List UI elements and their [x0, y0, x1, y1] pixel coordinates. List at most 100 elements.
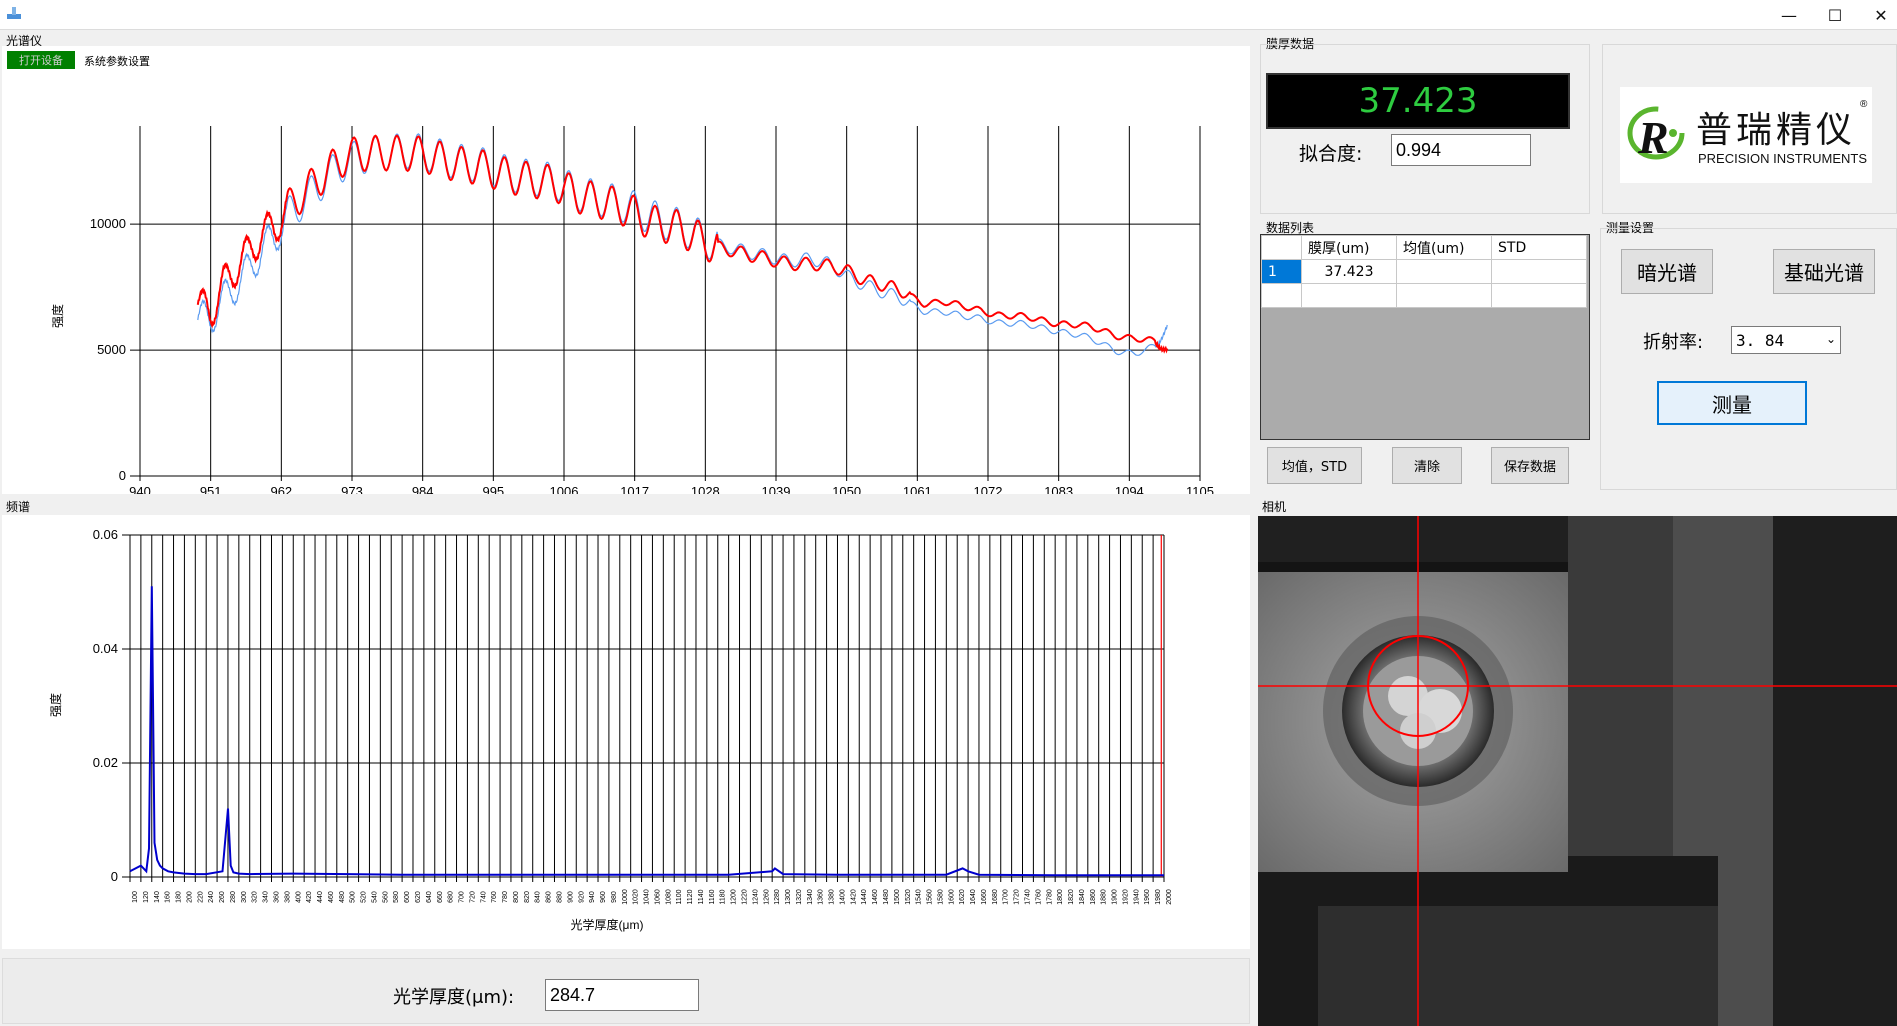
- dark-spectrum-button[interactable]: 暗光谱: [1621, 249, 1713, 294]
- x-tick-label: 920: [578, 891, 585, 903]
- x-tick-label: 1072: [974, 484, 1003, 494]
- maximize-button[interactable]: ☐: [1812, 0, 1858, 30]
- row-index[interactable]: [1261, 283, 1302, 308]
- x-tick-label: 1840: [1079, 889, 1086, 905]
- x-tick-label: 1500: [894, 889, 901, 905]
- x-tick-label: 200: [186, 891, 193, 903]
- clear-button[interactable]: 清除: [1392, 447, 1462, 484]
- x-tick-label: 1000: [622, 889, 629, 905]
- camera-group-label: 相机: [1262, 500, 1287, 514]
- x-tick-label: 1620: [959, 889, 966, 905]
- x-tick-label: 1440: [861, 889, 868, 905]
- x-tick-label: 280: [230, 891, 237, 903]
- row-index[interactable]: 1: [1261, 259, 1302, 284]
- measure-settings-panel: 暗光谱 基础光谱 折射率: 3. 84 ⌄ 测量: [1600, 228, 1897, 490]
- x-tick-label: 1800: [1057, 889, 1064, 905]
- x-tick-label: 1760: [1035, 889, 1042, 905]
- x-tick-label: 940: [129, 484, 151, 494]
- x-tick-label: 1700: [1003, 889, 1010, 905]
- table-cell[interactable]: [1396, 283, 1492, 308]
- chevron-down-icon: ⌄: [1825, 332, 1836, 346]
- x-tick-label: 420: [306, 891, 313, 903]
- title-bar: — ☐ ✕: [0, 0, 1897, 30]
- x-tick-label: 140: [154, 891, 161, 903]
- table-row[interactable]: [1261, 283, 1587, 308]
- optical-thickness-field[interactable]: [545, 979, 699, 1011]
- x-tick-label: 1006: [550, 484, 579, 494]
- measure-button[interactable]: 测量: [1657, 381, 1807, 425]
- x-tick-label: 480: [339, 891, 346, 903]
- save-data-button[interactable]: 保存数据: [1491, 447, 1569, 484]
- frequency-panel: 100 120 140 160 180 200 220 240 260 280 300 320 340 3…: [2, 515, 1250, 949]
- x-tick-label: 600: [404, 891, 411, 903]
- data-table: 膜厚(um) 均值(um) STD 1 37.423: [1261, 235, 1587, 308]
- x-axis-label: 光学厚度(μm): [571, 917, 644, 932]
- x-tick-label: 1520: [905, 889, 912, 905]
- x-tick-label: 1240: [752, 889, 759, 905]
- x-tick-label: 880: [556, 891, 563, 903]
- x-tick-label: 860: [546, 891, 553, 903]
- table-cell[interactable]: [1396, 259, 1492, 284]
- table-cell[interactable]: [1491, 283, 1587, 308]
- optical-thickness-label: 光学厚度(μm):: [393, 987, 515, 1008]
- table-cell[interactable]: [1491, 259, 1587, 284]
- app-icon: [6, 6, 22, 20]
- x-tick-label: 1020: [633, 889, 640, 905]
- fit-value-field[interactable]: [1391, 134, 1531, 166]
- logo-chinese-name: 普瑞精仪: [1696, 110, 1857, 151]
- x-tick-label: 995: [482, 484, 504, 494]
- base-spectrum-button[interactable]: 基础光谱: [1773, 249, 1875, 294]
- x-tick-label: 1740: [1025, 889, 1032, 905]
- x-tick-label: 540: [371, 891, 378, 903]
- x-tick-label: 1300: [785, 889, 792, 905]
- spectrum-chart: 940 951 962 973 984 995 1006 1017 1028 1039 1050 10…: [50, 126, 1214, 494]
- x-tick-label: 1039: [762, 484, 791, 494]
- x-tick-label: 1660: [981, 889, 988, 905]
- x-tick-label: 360: [273, 891, 280, 903]
- x-tick-label: 440: [317, 891, 324, 903]
- x-tick-label: 1260: [763, 889, 770, 905]
- x-tick-label: 560: [382, 891, 389, 903]
- y-tick-label: 0: [111, 869, 118, 884]
- open-device-button[interactable]: 打开设备: [7, 51, 75, 69]
- row-header-corner: [1261, 235, 1302, 260]
- x-tick-label: 520: [361, 891, 368, 903]
- x-tick-label: 1050: [832, 484, 861, 494]
- x-tick-label: 980: [611, 891, 618, 903]
- table-cell[interactable]: 37.423: [1301, 259, 1397, 284]
- x-tick-label: 1220: [742, 889, 749, 905]
- x-tick-label: 220: [197, 891, 204, 903]
- svg-text:R: R: [1637, 112, 1669, 163]
- x-tick-label: 1080: [665, 889, 672, 905]
- x-tick-label: 940: [589, 891, 596, 903]
- x-tick-label: 1040: [644, 889, 651, 905]
- x-tick-label: 680: [448, 891, 455, 903]
- table-header-row: 膜厚(um) 均值(um) STD: [1261, 235, 1587, 260]
- x-tick-label: 984: [412, 484, 434, 494]
- x-tick-label: 1200: [731, 889, 738, 905]
- x-tick-label: 1380: [829, 889, 836, 905]
- film-data-panel: 37.423 拟合度:: [1260, 44, 1590, 214]
- minimize-button[interactable]: —: [1766, 0, 1812, 30]
- x-tick-label: 660: [437, 891, 444, 903]
- close-button[interactable]: ✕: [1858, 0, 1897, 30]
- x-tick-label: 1105: [1186, 484, 1214, 494]
- x-tick-label: 500: [350, 891, 357, 903]
- x-tick-label: 1640: [970, 889, 977, 905]
- data-list-grid: 膜厚(um) 均值(um) STD 1 37.423: [1260, 234, 1590, 440]
- x-tick-label: 962: [270, 484, 292, 494]
- system-params-menu[interactable]: 系统参数设置: [84, 53, 150, 69]
- x-tick-label: 1900: [1112, 889, 1119, 905]
- x-tick-label: 700: [459, 891, 466, 903]
- x-tick-label: 640: [426, 891, 433, 903]
- x-tick-label: 1100: [676, 889, 683, 904]
- x-tick-label: 960: [600, 891, 607, 903]
- column-header: 均值(um): [1396, 235, 1492, 260]
- x-tick-label: 760: [491, 891, 498, 903]
- refractive-index-select[interactable]: 3. 84 ⌄: [1731, 326, 1841, 354]
- mean-std-button[interactable]: 均值，STD: [1267, 447, 1362, 484]
- x-tick-label: 320: [252, 891, 259, 903]
- logo-english-name: PRECISION INSTRUMENTS: [1698, 151, 1868, 166]
- table-row[interactable]: 1 37.423: [1261, 259, 1587, 284]
- table-cell[interactable]: [1301, 283, 1397, 308]
